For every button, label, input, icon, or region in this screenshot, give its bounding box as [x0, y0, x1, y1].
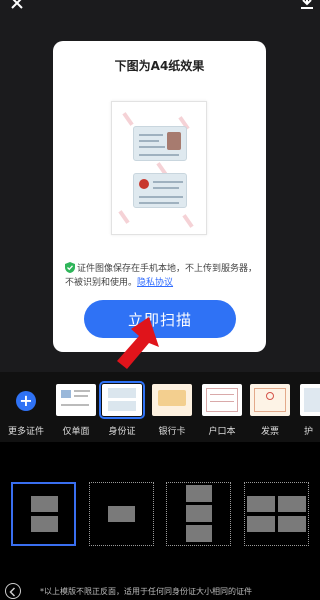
- close-icon[interactable]: [10, 0, 24, 10]
- type-label: 户口本: [208, 427, 236, 437]
- type-label: 银行卡: [158, 427, 186, 437]
- scan-now-button[interactable]: 立即扫描: [84, 300, 236, 338]
- id-card-back-image: [133, 173, 187, 208]
- layout-block: [186, 505, 212, 522]
- id-text-line: [139, 140, 159, 142]
- type-id-card[interactable]: 身份证: [99, 378, 145, 440]
- layout-block: [278, 496, 306, 512]
- layout-block: [31, 516, 58, 532]
- layout-grid-four[interactable]: [244, 482, 309, 546]
- layout-block: [186, 525, 212, 542]
- chevron-left-icon: [9, 587, 16, 597]
- type-label: 发票: [260, 427, 279, 437]
- privacy-notice: 证件图像保存在手机本地，不上传到服务器，不被识别和使用。隐私协议: [65, 262, 257, 290]
- id-text-line: [139, 146, 165, 148]
- footer-note: *以上模版不限正反面，适用于任何同身份证大小相同的证件: [40, 587, 252, 596]
- portrait-photo: [167, 132, 181, 150]
- shield-check-icon: [65, 262, 75, 273]
- type-label: 仅单面: [62, 427, 90, 437]
- id-text-line: [153, 187, 179, 189]
- privacy-policy-link[interactable]: 隐私协议: [137, 278, 173, 288]
- id-text-line: [139, 154, 179, 156]
- single-side-thumb: [56, 384, 96, 416]
- document-type-bar: + 更多证件 仅单面 身份证 银行卡 户口本 发票 护: [0, 372, 320, 442]
- download-icon[interactable]: [300, 0, 314, 10]
- layout-block: [108, 506, 135, 522]
- layout-vertical-two[interactable]: [11, 482, 76, 546]
- layout-block: [186, 485, 212, 502]
- household-book-thumb: [202, 384, 242, 416]
- type-household-book[interactable]: 户口本: [200, 378, 244, 440]
- id-card-front-image: [133, 126, 187, 161]
- layout-block: [31, 496, 58, 512]
- type-bank-card[interactable]: 银行卡: [150, 378, 194, 440]
- id-text-line: [139, 134, 163, 136]
- id-card-thumb: [99, 381, 145, 419]
- type-passport[interactable]: 护: [298, 378, 320, 440]
- invoice-thumb: [250, 384, 290, 416]
- layout-vertical-three[interactable]: [166, 482, 231, 546]
- national-emblem: [139, 179, 149, 189]
- id-text-line: [139, 202, 179, 204]
- bank-card-thumb: [152, 384, 192, 416]
- layout-options: [0, 442, 320, 582]
- type-invoice[interactable]: 发票: [248, 378, 292, 440]
- layout-block: [278, 516, 306, 532]
- type-label: 护: [304, 427, 314, 437]
- layout-block: [247, 516, 275, 532]
- watermark-mark: [122, 112, 134, 126]
- a4-preview-dialog: 下图为A4纸效果 证件图像保存在手机本地，不上传到服务器，不被识别和使用。隐私协…: [53, 41, 266, 352]
- back-icon[interactable]: [5, 583, 21, 599]
- plus-icon: +: [16, 391, 36, 411]
- id-text-line: [153, 181, 183, 183]
- preview-area: 下图为A4纸效果 证件图像保存在手机本地，不上传到服务器，不被识别和使用。隐私协…: [0, 0, 320, 372]
- watermark-mark: [118, 210, 130, 224]
- watermark-mark: [182, 214, 194, 228]
- type-more-documents[interactable]: + 更多证件: [4, 378, 48, 440]
- type-single-side[interactable]: 仅单面: [54, 378, 98, 440]
- layout-single-center[interactable]: [89, 482, 154, 546]
- layout-block: [247, 496, 275, 512]
- type-label: 身份证: [108, 427, 136, 437]
- type-label: 更多证件: [7, 427, 44, 437]
- id-text-line: [139, 196, 183, 198]
- passport-thumb: [300, 384, 320, 416]
- red-arrow-icon: [117, 317, 159, 369]
- a4-paper-preview: [111, 101, 207, 235]
- dialog-title: 下图为A4纸效果: [114, 59, 205, 73]
